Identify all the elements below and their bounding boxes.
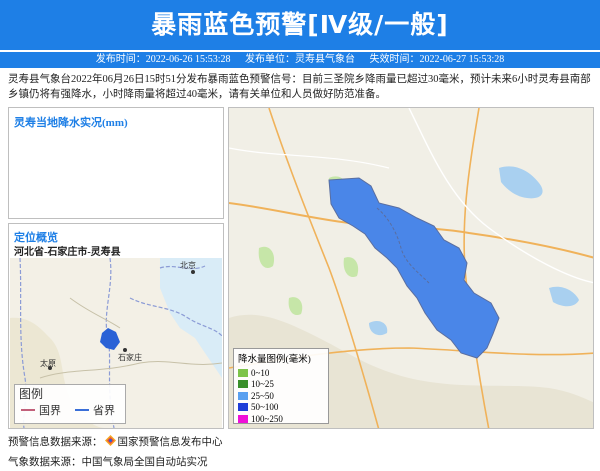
rainfall-legend: 降水量图例(毫米) 0~10 10~25 25~50 50~100 100~25… xyxy=(233,348,329,424)
legend-national-label: 国界 xyxy=(39,404,61,417)
legend-swatch-0-10 xyxy=(238,368,248,377)
legend-label-0-10: 0~10 xyxy=(251,367,270,378)
expire-time-value: 2022-06-27 15:53:28 xyxy=(419,54,505,65)
legend-swatch-10-25 xyxy=(238,380,248,389)
location-path: 河北省-石家庄市-灵寿县 xyxy=(14,247,121,258)
legend-label-25-50: 25~50 xyxy=(251,390,274,401)
issue-time-label: 发布时间： xyxy=(95,54,146,65)
legend-row-national: 国界 省界 xyxy=(15,402,125,418)
legend-swatch-25-50 xyxy=(238,391,248,400)
legend-label-100-250: 100~250 xyxy=(251,413,283,424)
issuer-label: 发布单位： xyxy=(245,54,295,65)
footer-weather: 气象数据来源：中国气象局全国自动站实况 xyxy=(8,454,208,469)
legend-row-25-50: 25~50 xyxy=(234,390,328,402)
rainfall-map[interactable]: 降水量图例(毫米) 0~10 10~25 25~50 50~100 100~25… xyxy=(228,107,594,429)
legend-row-50-100: 50~100 xyxy=(234,402,328,414)
warning-center-logo-icon xyxy=(104,435,116,446)
page-title: 暴雨蓝色预警[Ⅳ级/一般] xyxy=(151,10,449,39)
warning-description: 灵寿县气象台2022年06月26日15时51分发布暴雨蓝色预警信号：目前三圣院乡… xyxy=(8,74,591,100)
legend-row-0-10: 0~10 xyxy=(234,367,328,379)
source-label: 预警信息数据来源： xyxy=(8,437,103,448)
rainfall-panel: 灵寿当地降水实况(mm) xyxy=(8,107,224,219)
expire-time-label: 失效时间： xyxy=(369,54,420,65)
weather-value: 中国气象局全国自动站实况 xyxy=(81,457,208,468)
label-taiyuan: 太原 xyxy=(40,358,56,368)
legend-swatch-50-100 xyxy=(238,403,248,412)
national-border-line-icon xyxy=(21,409,35,411)
issuer-value: 灵寿县气象台 xyxy=(295,54,355,65)
legend-label-50-100: 50~100 xyxy=(251,402,279,413)
provincial-border-line-icon xyxy=(75,409,89,411)
title-banner: 暴雨蓝色预警[Ⅳ级/一般] xyxy=(0,0,600,50)
rainfall-panel-title: 灵寿当地降水实况(mm) xyxy=(14,117,128,129)
legend-provincial-label: 省界 xyxy=(93,404,115,417)
legend-row-10-25: 10~25 xyxy=(234,379,328,391)
weather-label: 气象数据来源： xyxy=(8,457,82,468)
overview-legend-title: 图例 xyxy=(19,387,44,401)
overview-legend: 图例 国界 省界 xyxy=(14,384,126,424)
footer-source: 预警信息数据来源： 国家预警信息发布中心 xyxy=(8,434,223,449)
legend-label-10-25: 10~25 xyxy=(251,379,274,390)
meta-bar: 发布时间：2022-06-26 15:53:28 发布单位：灵寿县气象台 失效时… xyxy=(0,52,600,68)
overview-map[interactable]: 北京 石家庄 太原 图例 国界 省界 xyxy=(10,258,222,428)
expire-time: 失效时间：2022-06-27 15:53:28 xyxy=(370,54,505,65)
label-shijiazhuang: 石家庄 xyxy=(118,352,142,362)
label-beijing: 北京 xyxy=(180,260,196,270)
location-panel: 定位概览 河北省-石家庄市-灵寿县 北京 石家庄 太原 图例 国界 省界 xyxy=(8,223,224,429)
rainfall-legend-title: 降水量图例(毫米) xyxy=(238,355,311,365)
issuer: 发布单位：灵寿县气象台 xyxy=(245,54,355,65)
legend-swatch-100-250 xyxy=(238,414,248,423)
issue-time-value: 2022-06-26 15:53:28 xyxy=(145,54,231,65)
issue-time: 发布时间：2022-06-26 15:53:28 xyxy=(96,54,231,65)
legend-row-100-250: 100~250 xyxy=(234,413,328,425)
source-value: 国家预警信息发布中心 xyxy=(117,437,223,448)
